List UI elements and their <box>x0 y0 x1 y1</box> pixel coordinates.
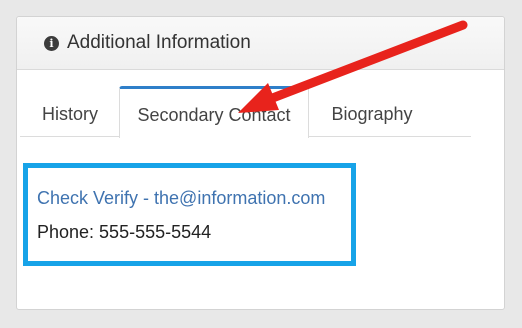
check-verify-email-link[interactable]: Check Verify - the@information.com <box>37 188 325 209</box>
tab-secondary-contact[interactable]: Secondary Contact <box>119 86 309 138</box>
tab-bar: History Secondary Contact Biography <box>20 86 471 138</box>
phone-number-text: Phone: 555-555-5544 <box>37 222 212 242</box>
tab-biography[interactable]: Biography <box>316 86 428 137</box>
tab-history[interactable]: History <box>22 86 118 137</box>
panel-heading: i Additional Information <box>17 17 504 70</box>
info-circle-icon: i <box>44 35 59 51</box>
screenshot-stage: i Additional Information History Seconda… <box>0 0 522 328</box>
panel-title: Additional Information <box>67 32 251 53</box>
annotation-highlight-box <box>23 163 356 266</box>
